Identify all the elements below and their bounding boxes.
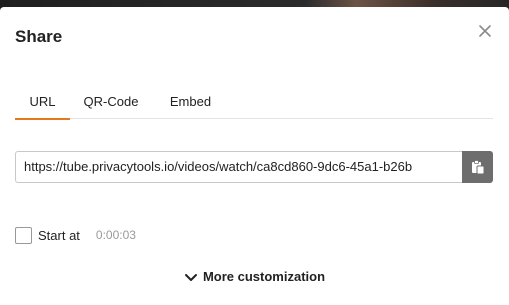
tab-qr-code[interactable]: QR-Code <box>76 91 146 119</box>
more-customization-button[interactable]: More customization <box>0 269 509 284</box>
dialog-title: Share <box>15 27 63 46</box>
start-time-input[interactable]: 0:00:03 <box>96 228 136 242</box>
url-row: https://tube.privacytools.io/videos/watc… <box>15 151 493 183</box>
start-at-label[interactable]: Start at <box>38 228 80 243</box>
copy-url-button[interactable] <box>462 151 493 183</box>
start-at-row: Start at 0:00:03 <box>15 226 136 244</box>
tab-url[interactable]: URL <box>15 91 70 120</box>
close-icon <box>479 25 491 37</box>
more-customization-label: More customization <box>202 269 326 284</box>
share-tabs: URL QR-Code Embed <box>15 91 493 120</box>
close-button[interactable] <box>478 24 492 38</box>
clipboard-icon <box>471 159 484 174</box>
tab-embed[interactable]: Embed <box>158 91 223 119</box>
chevron-down-icon <box>184 273 198 283</box>
start-at-checkbox[interactable] <box>15 226 32 244</box>
share-url-input[interactable]: https://tube.privacytools.io/videos/watc… <box>15 151 462 183</box>
share-dialog: Share URL QR-Code Embed https://tube.pri… <box>0 7 509 305</box>
